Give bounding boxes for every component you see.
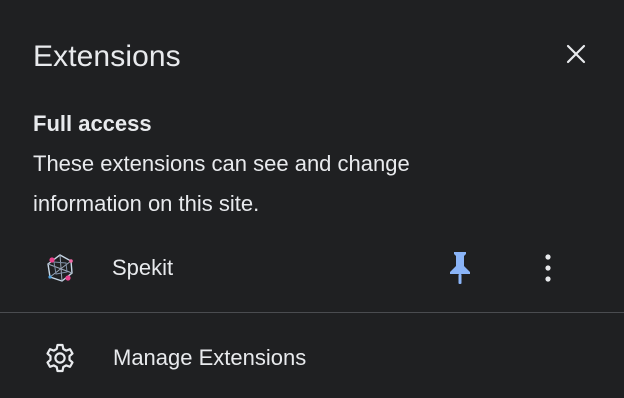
pin-icon — [450, 252, 470, 284]
spekit-logo-icon — [47, 254, 73, 282]
close-icon — [566, 44, 586, 64]
close-button[interactable] — [556, 34, 596, 74]
manage-extensions-label: Manage Extensions — [113, 345, 307, 370]
extension-row-spekit[interactable]: Spekit — [0, 240, 624, 296]
extension-name: Spekit — [112, 255, 174, 280]
more-vertical-icon — [545, 254, 551, 282]
section-description: These extensions can see and change info… — [33, 151, 410, 216]
extensions-panel: Extensions Full access These extensions … — [0, 0, 624, 398]
divider — [0, 312, 624, 313]
extension-menu-button[interactable] — [528, 248, 568, 288]
pin-button[interactable] — [440, 248, 480, 288]
section-heading-full-access: Full access — [33, 111, 152, 136]
panel-title: Extensions — [33, 40, 181, 73]
manage-extensions-button[interactable]: Manage Extensions — [0, 330, 624, 386]
gear-icon — [46, 343, 74, 373]
